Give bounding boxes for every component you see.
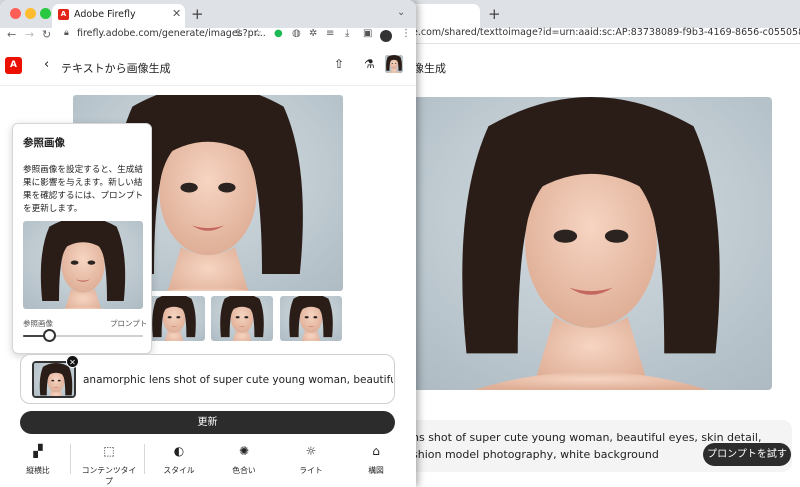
- extension-green-icon[interactable]: ●: [274, 28, 283, 39]
- reference-image-preview: [23, 221, 143, 309]
- tool-style[interactable]: ◐ スタイル: [149, 444, 209, 476]
- extensions-puzzle-icon[interactable]: ✲: [309, 28, 317, 39]
- tool-composition[interactable]: ⌂ 構図: [346, 444, 406, 476]
- back-prompt-line-2: shion model photography, white backgroun…: [412, 448, 659, 461]
- minimize-window-icon[interactable]: [25, 8, 36, 19]
- composition-icon: ⌂: [372, 444, 380, 458]
- reading-list-icon[interactable]: ≡: [326, 28, 334, 39]
- share-page-icon[interactable]: ⇪: [234, 28, 242, 39]
- aspect-ratio-icon: ▞: [33, 444, 43, 458]
- front-browser-window: A Adobe Firefly ✕ + ⌄ ← → ↻ 🔒︎ firefly.a…: [0, 0, 416, 487]
- new-tab-icon[interactable]: +: [191, 5, 204, 23]
- color-palette-icon: ✺: [238, 444, 250, 458]
- adobe-logo-icon[interactable]: A: [5, 57, 22, 74]
- profile-avatar-icon[interactable]: [380, 30, 392, 42]
- style-icon: ◐: [173, 444, 185, 458]
- tool-label: ライト: [299, 466, 323, 475]
- lock-icon[interactable]: 🔒︎: [64, 28, 69, 38]
- back-chevron-icon[interactable]: ‹: [44, 57, 49, 72]
- popover-title: 参照画像: [23, 137, 65, 149]
- adobe-favicon-icon: A: [58, 9, 69, 20]
- tool-color[interactable]: ✺ 色合い: [214, 444, 274, 476]
- slider-label-reference: 参照画像: [23, 319, 53, 328]
- back-address-bar[interactable]: e.com/shared/texttoimage?id=urn:aaid:sc:…: [412, 27, 800, 38]
- variation-thumbnail[interactable]: [211, 296, 273, 341]
- tool-label: 色合い: [232, 466, 256, 475]
- back-arrow-icon[interactable]: ←: [7, 28, 16, 41]
- browser-menu-icon[interactable]: ⋮: [401, 28, 411, 39]
- light-icon: ☼: [305, 444, 317, 458]
- back-new-tab-icon[interactable]: +: [488, 5, 501, 23]
- back-prompt-line-1: ns shot of super cute young woman, beaut…: [412, 431, 762, 444]
- back-page-title: 像生成: [413, 62, 446, 75]
- tool-label: 構図: [368, 466, 384, 475]
- tool-light[interactable]: ☼ ライト: [281, 444, 341, 476]
- tab-title: Adobe Firefly: [74, 9, 136, 20]
- tool-label: コンテンツタイプ: [81, 466, 137, 486]
- content-type-icon: ⬚: [103, 444, 115, 458]
- tool-aspect-ratio[interactable]: ▞ 縦横比: [8, 444, 68, 476]
- tool-content-type[interactable]: ⬚ コンテンツタイプ: [79, 444, 139, 487]
- variation-thumbnail[interactable]: [143, 296, 205, 341]
- page-title: テキストから画像生成: [61, 62, 171, 75]
- forward-arrow-icon[interactable]: →: [25, 28, 34, 41]
- user-avatar[interactable]: [385, 55, 403, 73]
- tool-divider: [144, 444, 145, 474]
- reload-icon[interactable]: ↻: [42, 28, 51, 41]
- slider-label-prompt: プロンプト: [110, 319, 148, 328]
- tab-close-icon[interactable]: ✕: [172, 7, 181, 20]
- remove-reference-icon[interactable]: ✕: [66, 355, 79, 368]
- variation-thumbnail[interactable]: [280, 296, 342, 341]
- bookmark-star-icon[interactable]: ☆: [253, 28, 262, 39]
- side-panel-icon[interactable]: ▣: [363, 28, 372, 39]
- beaker-icon[interactable]: ⚗: [364, 57, 375, 71]
- tool-label: スタイル: [163, 466, 195, 475]
- try-prompt-button[interactable]: プロンプトを試す: [703, 443, 791, 466]
- strength-slider-handle[interactable]: [42, 329, 56, 342]
- back-generated-image[interactable]: [410, 97, 772, 390]
- tool-divider: [70, 444, 71, 474]
- refresh-generate-button[interactable]: 更新: [20, 411, 395, 434]
- prompt-text[interactable]: anamorphic lens shot of super cute young…: [83, 374, 393, 386]
- maximize-window-icon[interactable]: [40, 8, 51, 19]
- share-icon[interactable]: ⇧: [334, 57, 344, 71]
- close-window-icon[interactable]: [10, 8, 21, 19]
- tab-overflow-icon[interactable]: ⌄: [397, 7, 405, 18]
- download-icon[interactable]: ⤓: [345, 28, 349, 39]
- reference-image-popover: 参照画像 参照画像を設定すると、生成結果に影響を与えます。新しい結果を確認するに…: [12, 123, 152, 354]
- popover-description: 参照画像を設定すると、生成結果に影響を与えます。新しい結果を確認するには、プロン…: [23, 165, 144, 214]
- extension-grey-icon[interactable]: ◍: [292, 28, 301, 39]
- tool-label: 縦横比: [26, 466, 50, 475]
